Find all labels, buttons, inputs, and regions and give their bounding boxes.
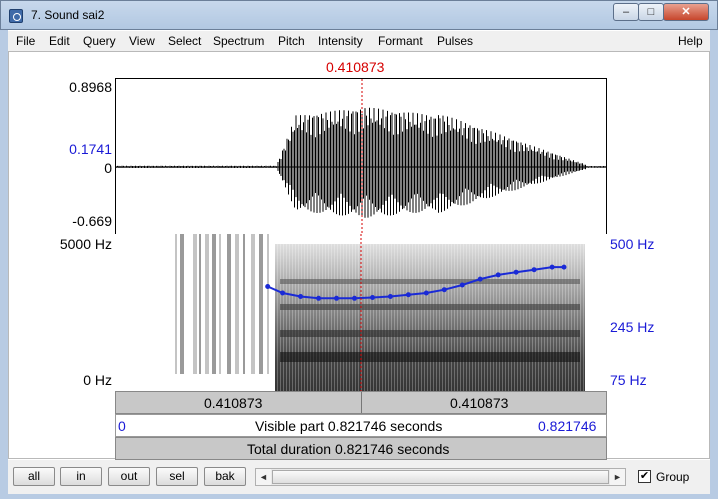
maximize-button[interactable]: □: [638, 3, 664, 21]
menu-query[interactable]: Query: [83, 34, 116, 48]
spectrogram-plot: [175, 234, 585, 391]
left-segment-duration[interactable]: 0.410873: [204, 395, 262, 411]
zoom-out-button[interactable]: out: [108, 467, 150, 486]
spectrogram-burst: [267, 234, 269, 374]
pitch-point: [423, 290, 429, 296]
pitch-point: [316, 295, 322, 301]
menu-pitch[interactable]: Pitch: [278, 34, 305, 48]
formant-band: [280, 279, 580, 284]
spectrogram-bursts: [175, 234, 269, 374]
pitch-point: [370, 295, 375, 300]
pitch-point: [495, 272, 501, 278]
pitch-point: [298, 294, 304, 299]
pitch-point: [387, 294, 393, 299]
waveform-trace: [116, 107, 606, 218]
waveform-plot: [116, 79, 606, 234]
pitch-point: [405, 292, 411, 298]
pitch-point: [561, 264, 567, 270]
scrollbar-thumb[interactable]: [272, 470, 609, 484]
window-titlebar: 7. Sound sai2 – □ ✕: [0, 0, 718, 30]
spectrogram-burst: [259, 234, 263, 374]
menu-bar: File Edit Query View Select Spectrum Pit…: [8, 31, 710, 51]
menu-intensity[interactable]: Intensity: [318, 34, 363, 48]
menu-edit[interactable]: Edit: [49, 34, 70, 48]
scroll-right-arrow-icon[interactable]: ►: [610, 469, 625, 485]
spectrogram-burst: [199, 234, 201, 374]
pitch-point: [531, 267, 537, 273]
pitch-point: [352, 295, 357, 301]
pitch-top-label: 500 Hz: [610, 236, 655, 252]
segment-divider: [361, 392, 362, 413]
waveform-y-max: 0.8968: [69, 79, 112, 95]
pitch-point: [334, 295, 339, 301]
pitch-point: [265, 284, 271, 289]
spectrogram-freq-top: 5000 Hz: [59, 236, 112, 252]
waveform-panel[interactable]: [115, 78, 607, 235]
zoom-selection-button[interactable]: sel: [156, 467, 198, 486]
menu-pulses[interactable]: Pulses: [437, 34, 473, 48]
close-button[interactable]: ✕: [663, 3, 709, 21]
time-scrollbar[interactable]: ◄ ►: [255, 468, 626, 486]
formant-band: [280, 304, 580, 310]
window-frame-bottom: [0, 494, 718, 499]
window-title: 7. Sound sai2: [31, 8, 105, 22]
spectrogram-burst: [180, 234, 184, 374]
zoom-all-button[interactable]: all: [13, 467, 55, 486]
spectrogram-burst: [219, 234, 221, 374]
pitch-point: [513, 269, 519, 275]
menu-select[interactable]: Select: [168, 34, 201, 48]
formant-band: [280, 330, 580, 337]
zoom-back-button[interactable]: bak: [204, 467, 246, 486]
spectrogram-burst: [193, 234, 197, 374]
group-label: Group: [656, 470, 690, 484]
spectrogram-burst: [205, 234, 209, 374]
pitch-point: [477, 276, 483, 282]
zoom-toolbar: all in out sel bak ◄ ► ✔ Group: [8, 460, 710, 494]
visible-end-time: 0.821746: [538, 418, 597, 434]
waveform-y-cursor: 0.1741: [69, 141, 112, 157]
window-frame-right: [710, 30, 718, 499]
waveform-y-min: -0.669: [72, 213, 112, 229]
right-segment-duration[interactable]: 0.410873: [450, 395, 508, 411]
window-frame-left: [0, 30, 8, 499]
spectrogram-burst: [243, 234, 245, 374]
pitch-mid-label: 245 Hz: [610, 319, 655, 335]
group-checkbox[interactable]: ✔: [638, 470, 651, 483]
waveform-y-zero: 0: [104, 160, 112, 176]
menu-formant[interactable]: Formant: [378, 34, 423, 48]
pitch-bottom-label: 75 Hz: [610, 372, 647, 388]
praat-app-icon: [9, 9, 23, 23]
cursor-time-label: 0.410873: [326, 59, 385, 75]
spectrogram-striations: [275, 244, 585, 391]
waveform-signal: [116, 107, 606, 218]
visible-start-time: 0: [118, 418, 126, 434]
menu-spectrum[interactable]: Spectrum: [213, 34, 264, 48]
total-duration-text[interactable]: Total duration 0.821746 seconds: [247, 441, 449, 457]
visible-part-text[interactable]: Visible part 0.821746 seconds: [255, 418, 442, 434]
menu-view[interactable]: View: [129, 34, 155, 48]
spectrogram-burst: [251, 234, 255, 374]
minimize-button[interactable]: –: [613, 3, 639, 21]
spectrogram-burst: [227, 234, 231, 374]
menu-file[interactable]: File: [16, 34, 35, 48]
pitch-point: [441, 287, 447, 293]
spectrogram-burst: [175, 234, 177, 374]
spectrogram-burst: [212, 234, 216, 374]
zoom-in-button[interactable]: in: [60, 467, 102, 486]
selection-time-bar[interactable]: 0.410873 0.410873: [115, 391, 607, 414]
pitch-point: [549, 264, 555, 270]
pitch-point: [459, 282, 465, 288]
spectrogram-panel[interactable]: [115, 234, 607, 391]
pitch-point: [280, 290, 286, 296]
formant-band: [280, 352, 580, 362]
visible-part-bar[interactable]: 0 Visible part 0.821746 seconds 0.821746: [115, 414, 607, 437]
total-duration-bar[interactable]: Total duration 0.821746 seconds: [115, 437, 607, 460]
menu-help[interactable]: Help: [678, 34, 703, 48]
spectrogram-burst: [235, 234, 239, 374]
spectrogram-freq-bottom: 0 Hz: [83, 372, 112, 388]
scroll-left-arrow-icon[interactable]: ◄: [256, 469, 271, 485]
